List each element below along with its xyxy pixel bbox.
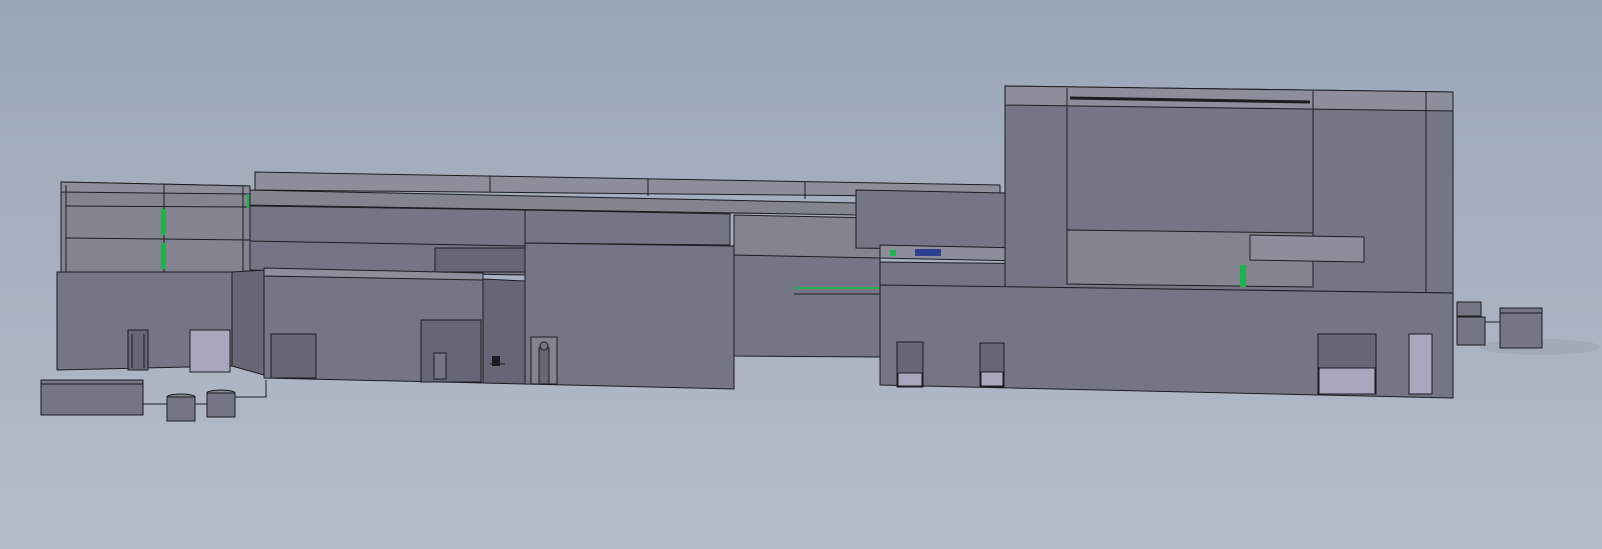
facade-door-step-2	[980, 371, 1004, 387]
round-tank-body-2	[206, 392, 236, 418]
window-inset	[433, 352, 447, 380]
outdoor-tank-box	[40, 379, 144, 416]
machine-detail-box	[492, 356, 500, 366]
round-tank-body	[166, 396, 196, 422]
door-fixture	[539, 341, 549, 351]
green-marker	[890, 250, 896, 256]
facade-door-3	[1408, 333, 1433, 395]
mid-band-wall-2	[524, 209, 731, 246]
green-stair-marker	[161, 209, 166, 235]
green-stair-marker-2	[161, 243, 166, 269]
blue-equipment-panel	[915, 249, 941, 256]
window-opening-2	[420, 319, 482, 383]
outdoor-equipment-box-3	[1499, 307, 1543, 349]
cad-viewport[interactable]	[0, 0, 1602, 549]
outdoor-equipment-box	[1456, 301, 1482, 317]
left-wing-return-wall	[231, 269, 265, 376]
outdoor-equipment-box-2	[1456, 316, 1486, 346]
tall-building-ledge	[1249, 234, 1365, 263]
window-opening	[270, 333, 317, 379]
green-stair-marker-4	[1240, 265, 1246, 287]
stair-alcove	[482, 278, 526, 385]
center-right-wall	[733, 254, 881, 358]
center-doorway-inner	[538, 347, 550, 385]
facade-door-step	[897, 372, 923, 387]
right-mid-band	[855, 189, 1006, 251]
door-opening	[189, 329, 231, 373]
left-wing-upper-wall	[60, 181, 251, 273]
door-opening-2	[127, 329, 149, 371]
cad-model-scene[interactable]	[0, 0, 1602, 549]
mid-band-recess	[434, 247, 526, 273]
loading-bay-door-panel	[1318, 367, 1376, 395]
